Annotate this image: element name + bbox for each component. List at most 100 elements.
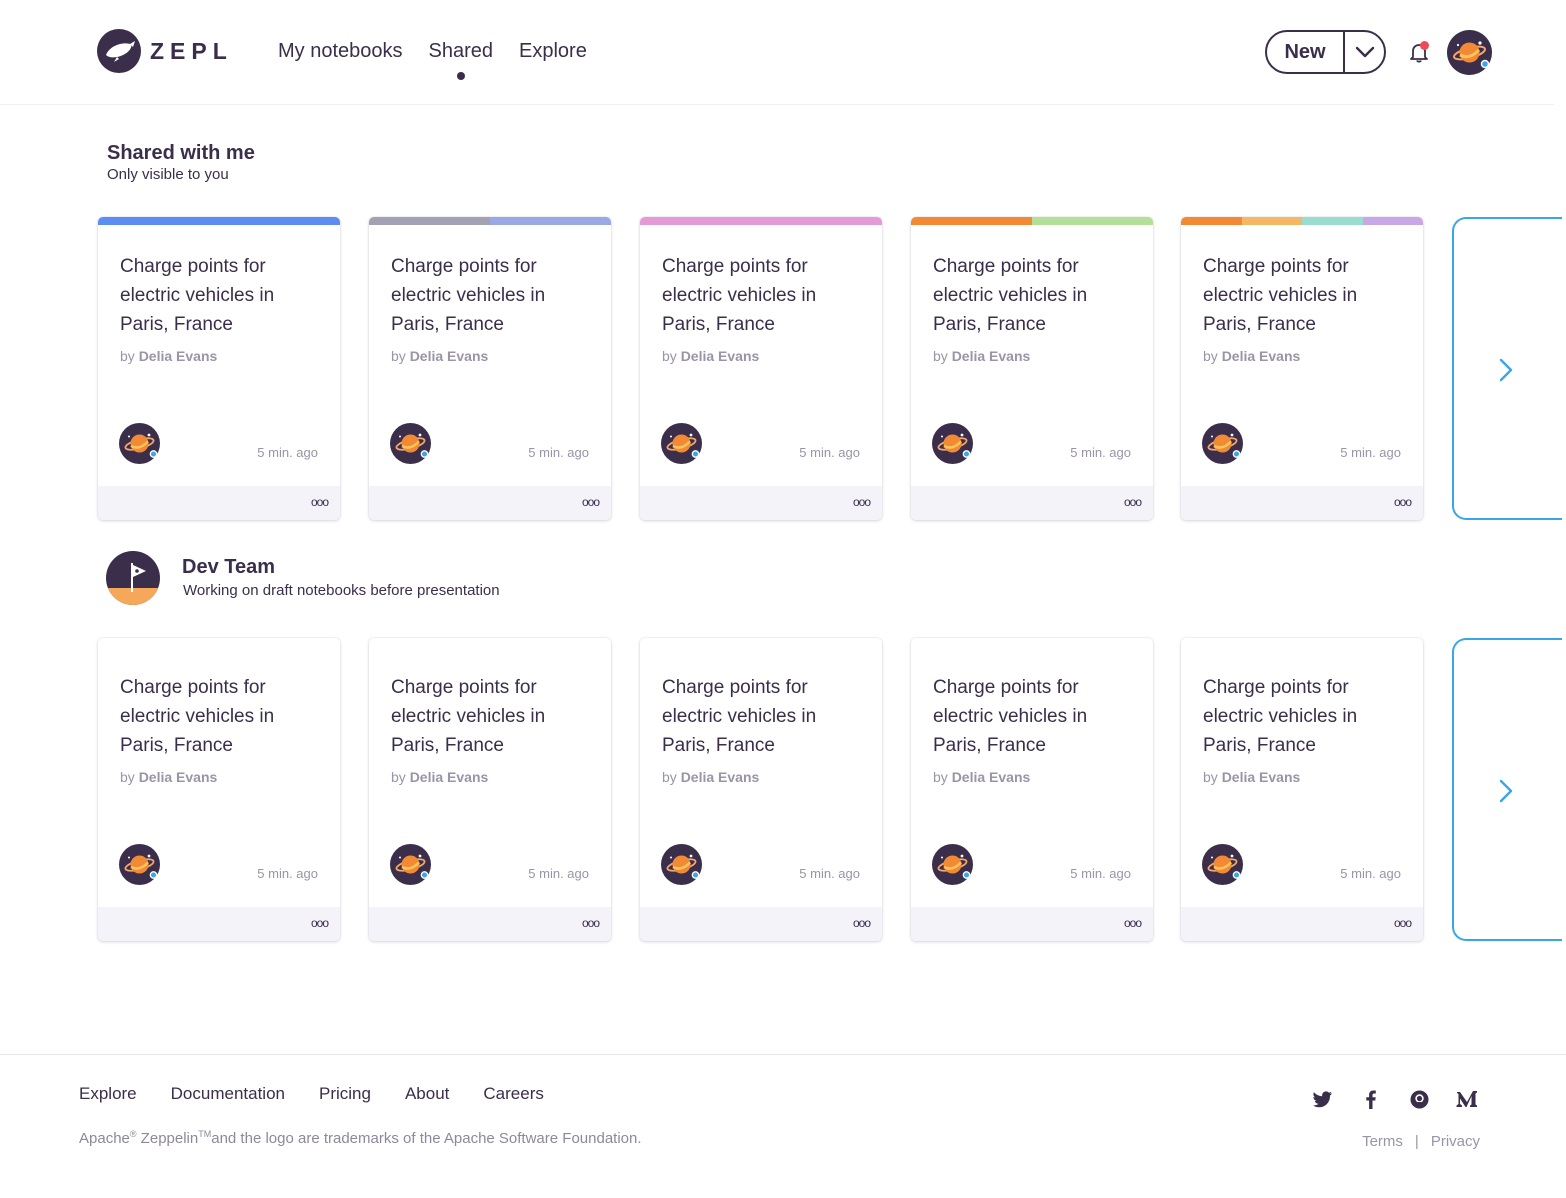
twitter-icon[interactable]: [1311, 1087, 1335, 1111]
footer-link-explore[interactable]: Explore: [79, 1084, 137, 1104]
trademark-apache: Apache: [79, 1130, 130, 1147]
author-prefix: by: [1203, 348, 1218, 364]
author-prefix: by: [1203, 769, 1218, 785]
author-avatar[interactable]: [932, 423, 973, 464]
more-options-icon[interactable]: ooo: [311, 495, 329, 509]
card-footer: ooo: [98, 486, 340, 520]
notebook-card[interactable]: Charge points for electric vehicles in P…: [1181, 217, 1423, 520]
notebook-title: Charge points for electric vehicles in P…: [933, 677, 1088, 756]
terms-link[interactable]: Terms: [1362, 1133, 1403, 1150]
color-segment: [1032, 217, 1153, 225]
footer-link-pricing[interactable]: Pricing: [319, 1084, 371, 1104]
notebook-timestamp: 5 min. ago: [528, 445, 589, 460]
notebook-timestamp: 5 min. ago: [799, 866, 860, 881]
team-section-subtitle: Working on draft notebooks before presen…: [183, 582, 500, 599]
notebook-timestamp: 5 min. ago: [1070, 445, 1131, 460]
notebook-card[interactable]: Charge points for electric vehicles in P…: [369, 638, 611, 941]
chevron-down-icon: [1355, 46, 1374, 58]
notebook-card[interactable]: Charge points for electric vehicles in P…: [640, 638, 882, 941]
shared-section-subtitle: Only visible to you: [107, 166, 229, 183]
notebook-author: by Delia Evans: [662, 769, 759, 785]
author-name[interactable]: Delia Evans: [410, 769, 489, 785]
notification-bell-icon[interactable]: [1407, 40, 1431, 64]
author-avatar[interactable]: [390, 844, 431, 885]
author-name[interactable]: Delia Evans: [1222, 769, 1301, 785]
facebook-icon[interactable]: [1359, 1087, 1383, 1111]
more-options-icon[interactable]: ooo: [1124, 495, 1142, 509]
notebook-title: Charge points for electric vehicles in P…: [1203, 677, 1358, 756]
chevron-right-icon: [1499, 779, 1513, 803]
new-dropdown-toggle[interactable]: [1345, 46, 1384, 58]
notebook-card[interactable]: Charge points for electric vehicles in P…: [98, 638, 340, 941]
medium-icon[interactable]: [1455, 1087, 1479, 1111]
new-button-label: New: [1284, 40, 1326, 63]
author-name[interactable]: Delia Evans: [952, 348, 1031, 364]
author-name[interactable]: Delia Evans: [681, 348, 760, 364]
author-avatar[interactable]: [119, 423, 160, 464]
more-options-icon[interactable]: ooo: [311, 916, 329, 930]
notebook-title: Charge points for electric vehicles in P…: [662, 256, 817, 335]
shared-section-title: Shared with me: [107, 142, 255, 164]
author-avatar[interactable]: [661, 844, 702, 885]
author-name[interactable]: Delia Evans: [952, 769, 1031, 785]
more-options-icon[interactable]: ooo: [582, 495, 600, 509]
more-options-icon[interactable]: ooo: [1394, 495, 1412, 509]
zepl-logo[interactable]: ZEPL: [97, 29, 233, 73]
author-avatar[interactable]: [119, 844, 160, 885]
notebook-title: Charge points for electric vehicles in P…: [1203, 256, 1358, 335]
footer-link-careers[interactable]: Careers: [483, 1084, 543, 1104]
footer-link-about[interactable]: About: [405, 1084, 449, 1104]
top-header: ZEPL My notebooks Shared Explore New: [0, 0, 1554, 105]
notebook-author: by Delia Evans: [933, 348, 1030, 364]
author-avatar[interactable]: [1202, 844, 1243, 885]
notebook-card[interactable]: Charge points for electric vehicles in P…: [911, 638, 1153, 941]
more-options-icon[interactable]: ooo: [1124, 916, 1142, 930]
github-icon[interactable]: [1407, 1087, 1431, 1111]
color-segment: [1302, 217, 1363, 225]
footer-link-documentation[interactable]: Documentation: [171, 1084, 285, 1104]
more-options-icon[interactable]: ooo: [853, 916, 871, 930]
new-button[interactable]: New: [1265, 30, 1386, 74]
author-prefix: by: [662, 348, 677, 364]
color-segment: [98, 217, 340, 225]
author-avatar[interactable]: [661, 423, 702, 464]
notebook-card[interactable]: Charge points for electric vehicles in P…: [369, 217, 611, 520]
notebook-card[interactable]: Charge points for electric vehicles in P…: [1181, 638, 1423, 941]
notebook-card[interactable]: Charge points for electric vehicles in P…: [911, 217, 1153, 520]
author-prefix: by: [662, 769, 677, 785]
card-footer: ooo: [369, 486, 611, 520]
notebook-title: Charge points for electric vehicles in P…: [120, 677, 275, 756]
team-section-title: Dev Team: [182, 556, 276, 578]
author-prefix: by: [933, 348, 948, 364]
card-footer: ooo: [911, 486, 1153, 520]
notebook-title: Charge points for electric vehicles in P…: [662, 677, 817, 756]
notebook-card[interactable]: Charge points for electric vehicles in P…: [98, 217, 340, 520]
shared-next-button[interactable]: [1452, 217, 1562, 520]
user-avatar[interactable]: [1447, 30, 1492, 75]
privacy-link[interactable]: Privacy: [1431, 1133, 1480, 1150]
more-options-icon[interactable]: ooo: [853, 495, 871, 509]
nav-my-notebooks[interactable]: My notebooks: [278, 40, 403, 63]
author-avatar[interactable]: [1202, 423, 1243, 464]
author-name[interactable]: Delia Evans: [681, 769, 760, 785]
more-options-icon[interactable]: ooo: [1394, 916, 1412, 930]
card-footer: ooo: [640, 486, 882, 520]
team-next-button[interactable]: [1452, 638, 1562, 941]
author-avatar[interactable]: [932, 844, 973, 885]
author-name[interactable]: Delia Evans: [139, 769, 218, 785]
author-avatar[interactable]: [390, 423, 431, 464]
nav-shared[interactable]: Shared: [429, 40, 493, 80]
notebook-card[interactable]: Charge points for electric vehicles in P…: [640, 217, 882, 520]
notebook-title: Charge points for electric vehicles in P…: [933, 256, 1088, 335]
trademark-text: and the logo are trademarks of the Apach…: [211, 1130, 642, 1147]
card-footer: ooo: [640, 907, 882, 941]
notebook-author: by Delia Evans: [391, 348, 488, 364]
more-options-icon[interactable]: ooo: [582, 916, 600, 930]
author-name[interactable]: Delia Evans: [1222, 348, 1301, 364]
notebook-timestamp: 5 min. ago: [1340, 445, 1401, 460]
nav-explore[interactable]: Explore: [519, 40, 587, 63]
author-name[interactable]: Delia Evans: [410, 348, 489, 364]
card-footer: ooo: [911, 907, 1153, 941]
author-name[interactable]: Delia Evans: [139, 348, 218, 364]
trademark-tm-mark: TM: [198, 1129, 212, 1139]
